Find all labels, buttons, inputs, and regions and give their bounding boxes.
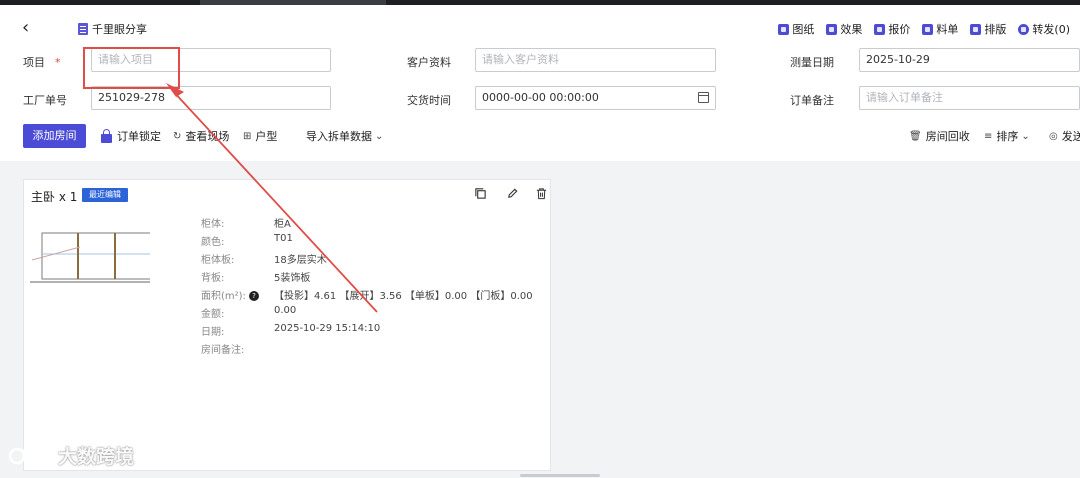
effect-icon [826,23,838,35]
cabinet-thumbnail [30,232,150,283]
order-header: ‹ 千里眼分享 图纸 效果 报价 料单 排版 转发(0) 项目 * 请输入项目 客… [0,5,1080,161]
quote-icon [874,23,886,35]
send-button[interactable]: ◎ 发送 [1049,128,1080,144]
sort-dropdown[interactable]: ≡ 排序 ⌄ [984,128,1030,144]
help-icon[interactable]: ? [248,291,259,301]
required-mark: * [55,56,61,69]
drawing-icon [778,23,790,35]
chevron-down-icon: ⌄ [1021,130,1030,142]
delete-icon[interactable] [535,187,548,200]
view-site-button[interactable]: ↻ 查看现场 [173,128,229,144]
forward-icon [1018,23,1030,35]
watermark-text: 大数跨境 [58,446,135,468]
delivery-time-value: 0000-00-00 00:00:00 [482,91,599,104]
tool-label: 转发(0) [1032,23,1070,36]
trash-icon: 🗑 [909,130,922,142]
factory-no-input[interactable]: 251029-278 [91,86,331,110]
material-list-icon [922,23,934,35]
floor-plan-label: 户型 [255,130,278,143]
import-split-dropdown[interactable]: 导入拆单数据 ⌄ [306,128,383,144]
order-note-input[interactable]: 请输入订单备注 [859,86,1080,110]
tool-label: 图纸 [792,23,815,36]
share-link[interactable]: 千里眼分享 [92,21,147,37]
factory-no-label: 工厂单号 [23,94,67,107]
tool-label: 报价 [888,23,911,36]
floor-plan-button[interactable]: ⊞ 户型 [243,128,277,144]
send-icon: ◎ [1049,130,1058,142]
import-split-label: 导入拆单数据 [306,130,372,143]
customer-label: 客户资料 [407,56,451,69]
order-note-label: 订单备注 [790,94,834,107]
delivery-time-label: 交货时间 [407,94,451,107]
tool-effect[interactable]: 效果 [826,21,862,37]
measure-date-label: 测量日期 [790,56,834,69]
back-arrow-icon[interactable]: ‹ [22,19,36,37]
copy-icon[interactable] [474,187,487,200]
tool-label: 效果 [840,23,863,36]
sort-icon: ≡ [984,130,993,142]
order-lock-label: 订单锁定 [117,130,161,143]
annotation-highlight-box [83,47,180,89]
horizontal-scrollbar[interactable] [520,474,600,477]
edit-icon[interactable] [506,187,519,200]
delivery-time-input[interactable]: 0000-00-00 00:00:00 [475,86,716,110]
customer-input[interactable]: 请输入客户资料 [475,48,716,72]
document-icon [78,23,88,35]
room-card[interactable]: 主卧 x 1 最近编辑 柜体: 柜A 颜色: T01 柜体板: 18多层实木 背板: 5… [23,179,551,471]
tool-material-list[interactable]: 料单 [922,21,958,37]
tool-forward[interactable]: 转发(0) [1018,21,1070,37]
unlock-icon [101,128,112,143]
chevron-down-icon: ⌄ [375,130,384,142]
toolbar: 图纸 效果 报价 料单 排版 转发(0) [766,21,1080,37]
watermark-logo-icon [8,445,47,464]
floor-plan-icon: ⊞ [243,130,252,142]
tool-label: 排版 [984,23,1007,36]
refresh-icon: ↻ [173,130,182,142]
add-room-button[interactable]: 添加房间 [23,124,86,148]
send-label: 发送 [1061,130,1080,143]
tool-drawing[interactable]: 图纸 [778,21,814,37]
tool-label: 料单 [936,23,959,36]
watermark: 大数跨境 [8,442,134,469]
tool-layout[interactable]: 排版 [970,21,1006,37]
layout-icon [970,23,982,35]
order-lock-button[interactable]: 订单锁定 [101,128,161,144]
recent-edit-badge: 最近编辑 [82,188,128,202]
tool-quote[interactable]: 报价 [874,21,910,37]
project-label: 项目 * [23,56,61,69]
room-recycle-label: 房间回收 [925,130,970,143]
room-recycle-button[interactable]: 🗑 房间回收 [909,128,970,144]
room-title: 主卧 x 1 [31,190,78,204]
view-site-label: 查看现场 [185,130,230,143]
sort-label: 排序 [996,130,1019,143]
calendar-icon[interactable] [698,92,709,103]
measure-date-input[interactable]: 2025-10-29 [859,48,1080,72]
